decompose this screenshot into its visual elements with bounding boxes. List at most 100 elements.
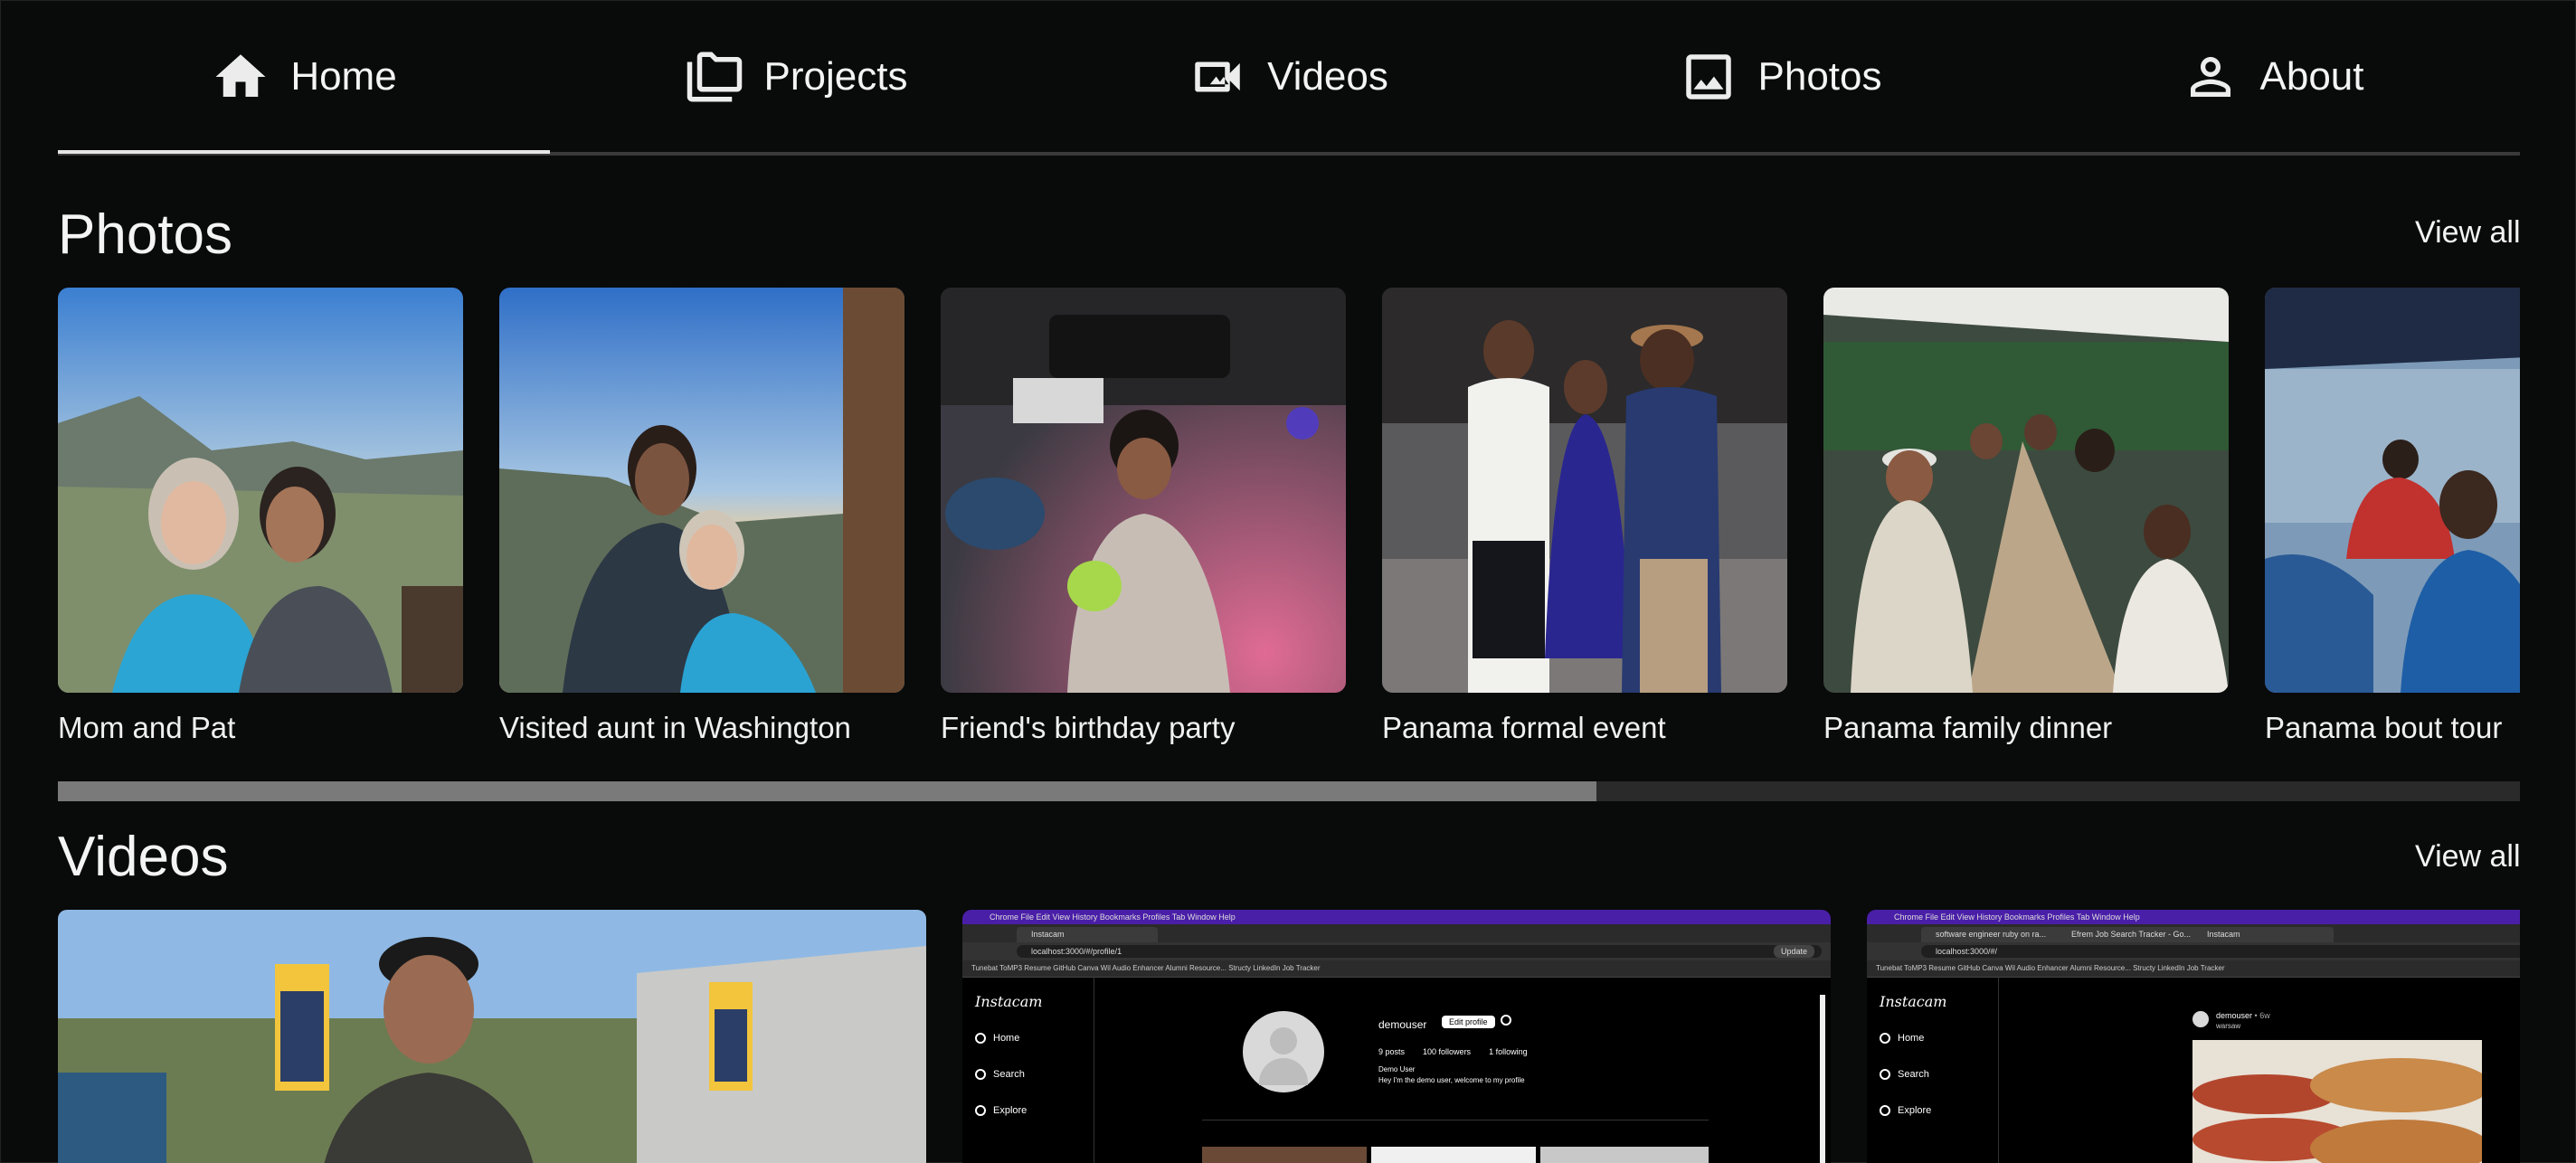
- photo-card[interactable]: Panama bout tour: [2265, 288, 2520, 745]
- folders-icon: [687, 52, 742, 102]
- instacam-logo: Instacam: [1880, 993, 1947, 1010]
- photo-card[interactable]: Mom and Pat: [58, 288, 463, 745]
- active-tab-indicator: [58, 150, 550, 154]
- tab-photos-label: Photos: [1757, 54, 1882, 99]
- compass-icon: [1880, 1105, 1890, 1116]
- photo-thumbnail: [2265, 288, 2520, 693]
- photo-caption: Mom and Pat: [58, 711, 236, 744]
- tab-about-label: About: [2259, 54, 2364, 99]
- photo-thumbnail: [1382, 288, 1787, 693]
- browser-tab: Instacam: [2192, 927, 2334, 942]
- photos-view-all-link[interactable]: View all: [2415, 215, 2521, 251]
- tab-home[interactable]: Home: [58, 0, 550, 154]
- video-camera-icon: [1195, 61, 1240, 92]
- image-icon: [1685, 54, 1731, 99]
- sidebar-search: Search: [975, 1069, 1025, 1080]
- video-card[interactable]: [58, 910, 926, 1163]
- tab-projects[interactable]: Projects: [550, 0, 1042, 154]
- home-icon: [975, 1033, 986, 1044]
- videos-carousel[interactable]: Chrome File Edit View History Bookmarks …: [58, 910, 2520, 1163]
- instacam-sidebar: Instacam Home Search Explore: [962, 977, 1094, 1163]
- photos-scrollbar-thumb[interactable]: [58, 781, 1597, 801]
- following-count: 1 following: [1489, 1047, 1528, 1056]
- post-image: [2192, 1040, 2482, 1163]
- browser-url-row: localhost:3000/#/profile/1 Update: [962, 942, 1831, 960]
- compass-icon: [975, 1105, 986, 1116]
- photo-caption: Friend's birthday party: [941, 711, 1236, 744]
- sidebar-explore-label: Explore: [993, 1105, 1028, 1116]
- tab-about[interactable]: About: [2026, 0, 2518, 154]
- url-text: localhost:3000/#/profile/1: [1031, 947, 1122, 956]
- video-thumbnail: Chrome File Edit View History Bookmarks …: [962, 910, 1831, 1163]
- photo-thumbnail: [1823, 288, 2229, 693]
- video-thumbnail: Chrome File Edit View History Bookmarks …: [1867, 910, 2520, 1163]
- photo-card[interactable]: Panama family dinner: [1823, 288, 2229, 745]
- sidebar-search-label: Search: [1898, 1069, 1929, 1080]
- browser-tab: software engineer ruby on ra...: [1921, 927, 2062, 942]
- photos-carousel[interactable]: Mom and Pat Visited aunt in Washington F…: [58, 288, 2520, 758]
- photos-scrollbar[interactable]: [58, 781, 2520, 801]
- profile-stats: 9 posts 100 followers 1 following: [1378, 1047, 1528, 1056]
- sidebar-search-label: Search: [993, 1069, 1025, 1080]
- mac-menu-bar: Chrome File Edit View History Bookmarks …: [962, 910, 1831, 924]
- videos-view-all-link[interactable]: View all: [2415, 839, 2521, 875]
- sidebar-home-label: Home: [993, 1033, 1020, 1044]
- photo-thumbnail: [58, 288, 463, 693]
- sidebar-home: Home: [975, 1033, 1019, 1044]
- post-header: demouser • 6w: [2216, 1011, 2270, 1020]
- photo-caption: Visited aunt in Washington: [499, 711, 851, 744]
- bookmarks-bar: Tunebat ToMP3 Resume GitHub Canva Wil Au…: [1867, 960, 2520, 978]
- post-thumbnail: [1540, 1147, 1709, 1163]
- video-card[interactable]: Chrome File Edit View History Bookmarks …: [1867, 910, 2520, 1163]
- video-card[interactable]: Chrome File Edit View History Bookmarks …: [962, 910, 1831, 1163]
- sidebar-explore: Explore: [975, 1105, 1027, 1116]
- tab-projects-label: Projects: [763, 54, 908, 99]
- profile-display-name: Demo User: [1378, 1065, 1416, 1073]
- post-location: warsaw: [2216, 1022, 2241, 1030]
- browser-url: localhost:3000/#/: [1921, 945, 2520, 958]
- profile-username: demouser: [1378, 1018, 1427, 1031]
- bookmarks-bar: Tunebat ToMP3 Resume GitHub Canva Wil Au…: [962, 960, 1831, 978]
- post-username: demouser: [2216, 1011, 2253, 1020]
- followers-count: 100 followers: [1423, 1047, 1472, 1056]
- mac-menu-bar: Chrome File Edit View History Bookmarks …: [1867, 910, 2520, 924]
- search-icon: [1880, 1069, 1890, 1080]
- browser-tabs: Instacam: [962, 924, 1831, 942]
- photo-caption: Panama bout tour: [2265, 711, 2503, 744]
- home-icon: [1880, 1033, 1890, 1044]
- instacam-sidebar: Instacam Home Search Explore: [1867, 977, 1999, 1163]
- photo-caption: Panama family dinner: [1823, 711, 2113, 744]
- settings-icon: [1501, 1015, 1511, 1026]
- tab-videos[interactable]: Videos: [1042, 0, 1534, 154]
- home-icon: [215, 54, 266, 97]
- photos-section-title: Photos: [58, 203, 233, 266]
- tab-photos[interactable]: Photos: [1534, 0, 2026, 154]
- post-thumbnail: [1371, 1147, 1536, 1163]
- photo-caption: Panama formal event: [1382, 711, 1666, 744]
- photo-thumbnail: [499, 288, 904, 693]
- update-button: Update: [1773, 945, 1814, 958]
- photo-card[interactable]: Friend's birthday party: [941, 288, 1346, 745]
- sidebar-search: Search: [1880, 1069, 1929, 1080]
- photo-thumbnail: [941, 288, 1346, 693]
- edit-profile-button: Edit profile: [1442, 1016, 1495, 1028]
- search-icon: [975, 1069, 986, 1080]
- photo-card[interactable]: Visited aunt in Washington: [499, 288, 904, 745]
- videos-section-title: Videos: [58, 826, 229, 888]
- photo-card[interactable]: Panama formal event: [1382, 288, 1787, 745]
- sidebar-explore: Explore: [1880, 1105, 1931, 1116]
- avatar: [1243, 1011, 1324, 1092]
- person-icon: [2190, 57, 2230, 97]
- browser-url-row: localhost:3000/#/: [1867, 942, 2520, 960]
- tab-videos-label: Videos: [1267, 54, 1388, 99]
- post-thumbnail: [1202, 1147, 1367, 1163]
- browser-tab: Efrem Job Search Tracker - Go...: [2057, 927, 2198, 942]
- profile-bio: Hey I'm the demo user, welcome to my pro…: [1378, 1076, 1525, 1084]
- browser-url: localhost:3000/#/profile/1 Update: [1017, 945, 1822, 958]
- video-thumbnail: [58, 910, 926, 1163]
- browser-tab: Instacam: [1017, 927, 1158, 942]
- post-avatar: [2192, 1011, 2209, 1027]
- sidebar-home-label: Home: [1898, 1033, 1925, 1044]
- browser-tabs: software engineer ruby on ra... Efrem Jo…: [1867, 924, 2520, 942]
- top-navigation: Home Projects Videos Photos About: [58, 0, 2520, 156]
